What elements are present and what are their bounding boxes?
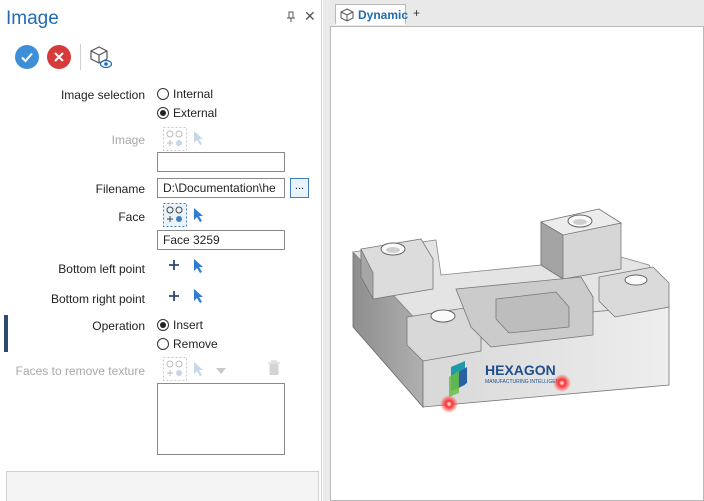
3d-model[interactable]: HEXAGON MANUFACTURING INTELLIGENCE: [331, 27, 703, 500]
faces-select-icon: [163, 357, 187, 381]
cube-icon: [340, 8, 354, 25]
bottom-left-point-cursor-icon[interactable]: [193, 258, 205, 277]
bottom-right-point-plus-icon[interactable]: [168, 290, 180, 305]
x-icon: [54, 52, 64, 62]
radio-insert[interactable]: Insert: [157, 318, 203, 332]
panel-bottom-strip: [6, 471, 319, 501]
radio-internal[interactable]: Internal: [157, 87, 213, 101]
faces-to-remove-list[interactable]: [157, 383, 285, 455]
radio-remove-dot: [157, 338, 169, 350]
bottom-left-point-label: Bottom left point: [58, 262, 145, 276]
filename-label: Filename: [95, 182, 145, 196]
image-label: Image: [111, 133, 145, 147]
radio-external[interactable]: External: [157, 106, 217, 120]
chevron-down-icon: [216, 364, 226, 378]
browse-button[interactable]: ...: [290, 178, 309, 198]
tab-dynamic-label: Dynamic: [358, 8, 409, 22]
hexagon-brand-text: HEXAGON: [485, 362, 556, 378]
radio-internal-label: Internal: [173, 87, 214, 101]
image-selection-label: Image selection: [60, 88, 145, 102]
radio-remove-label: Remove: [173, 337, 218, 351]
bottom-right-point-label: Bottom right point: [50, 292, 145, 306]
cancel-button[interactable]: [47, 45, 71, 69]
check-icon: [21, 52, 33, 63]
ok-button[interactable]: [15, 45, 39, 69]
bottom-left-point-plus-icon[interactable]: [168, 259, 180, 274]
bottom-right-point-marker: [553, 374, 571, 392]
toolbar-separator: [80, 44, 81, 70]
pin-icon[interactable]: [286, 11, 296, 26]
radio-external-dot: [157, 107, 169, 119]
add-tab-button[interactable]: +: [413, 6, 420, 20]
bottom-right-point-cursor-icon[interactable]: [193, 288, 205, 307]
tab-dynamic[interactable]: Dynamic: [335, 4, 409, 25]
radio-insert-dot: [157, 319, 169, 331]
cube-eye-button[interactable]: [89, 45, 113, 69]
radio-remove[interactable]: Remove: [157, 337, 218, 351]
properties-panel: Image ✕ Image selection Internal Externa…: [0, 0, 322, 501]
face-label: Face: [118, 210, 145, 224]
image-field[interactable]: [157, 152, 285, 172]
image-pick-cursor-icon: [193, 130, 205, 149]
viewport-canvas[interactable]: HEXAGON MANUFACTURING INTELLIGENCE: [330, 26, 704, 501]
trash-icon: [267, 360, 281, 379]
radio-insert-label: Insert: [173, 318, 204, 332]
face-field[interactable]: Face 3259: [157, 230, 285, 250]
close-icon[interactable]: ✕: [304, 8, 316, 25]
faces-to-remove-label: Faces to remove texture: [15, 364, 145, 378]
operation-label: Operation: [92, 319, 145, 333]
radio-external-label: External: [173, 106, 218, 120]
image-select-icon: [163, 127, 187, 151]
bottom-left-point-marker: [440, 395, 458, 413]
radio-internal-dot: [157, 88, 169, 100]
panel-title: Image: [6, 8, 59, 29]
face-pick-cursor-icon[interactable]: [193, 207, 205, 226]
face-select-icon[interactable]: [163, 203, 187, 227]
filename-field[interactable]: D:\Documentation\he: [157, 178, 285, 198]
faces-pick-cursor-icon: [193, 361, 205, 380]
cube-eye-icon: [90, 46, 113, 69]
